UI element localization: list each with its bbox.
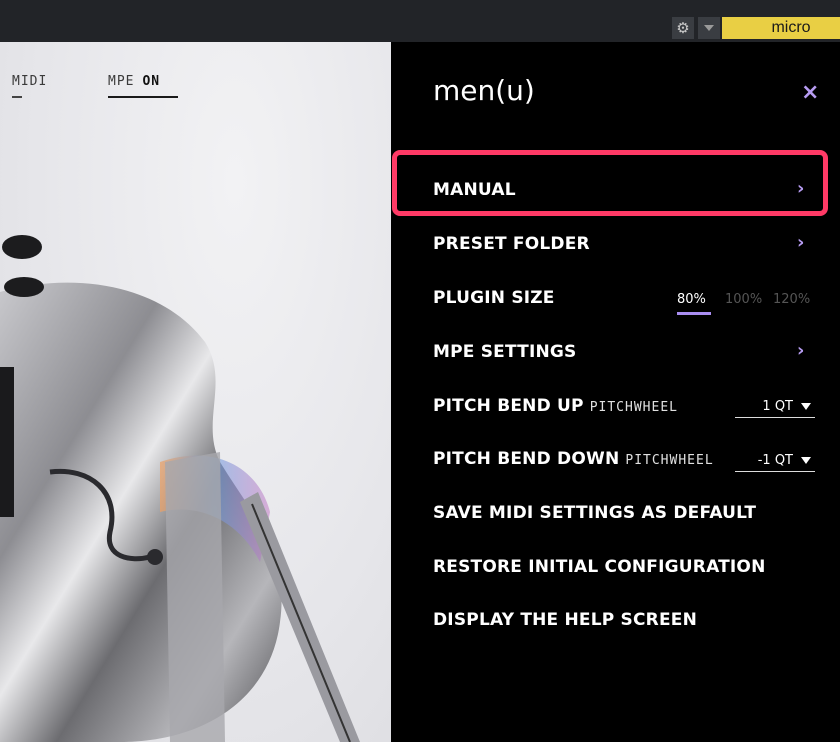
pitch-bend-up-label: PITCH BEND UP bbox=[433, 396, 584, 416]
close-icon[interactable]: × bbox=[801, 80, 819, 105]
tab-mpe-label: MPE bbox=[108, 74, 135, 89]
menu-item-restore-configuration[interactable]: RESTORE INITIAL CONFIGURATION bbox=[433, 557, 766, 577]
menu-item-help-screen[interactable]: DISPLAY THE HELP SCREEN bbox=[433, 610, 697, 630]
pitch-bend-down-value: -1 QT bbox=[757, 453, 793, 468]
tab-mpe-underline bbox=[108, 96, 178, 98]
size-option-120[interactable]: 120% bbox=[773, 292, 821, 307]
preset-name[interactable]: micro bbox=[722, 17, 840, 39]
pitch-bend-down-select[interactable]: -1 QT bbox=[735, 450, 815, 472]
menu-item-pitch-bend-up: PITCH BEND UP PITCHWHEEL bbox=[433, 396, 678, 416]
menu-item-pitch-bend-down: PITCH BEND DOWN PITCHWHEEL bbox=[433, 449, 714, 469]
size-option-80[interactable]: 80% bbox=[677, 292, 725, 307]
menu-item-mpe-settings[interactable]: MPE SETTINGS bbox=[433, 342, 577, 362]
tab-midi-label: MIDI bbox=[12, 74, 48, 89]
chevron-right-icon[interactable]: › bbox=[797, 340, 804, 361]
menu-item-manual[interactable]: MANUAL bbox=[433, 180, 516, 200]
tab-midi[interactable]: MIDI bbox=[12, 74, 48, 98]
chevron-down-icon[interactable] bbox=[698, 17, 720, 39]
chevron-right-icon[interactable]: › bbox=[797, 232, 804, 253]
menu-item-preset-folder[interactable]: PRESET FOLDER bbox=[433, 234, 590, 254]
instrument-artwork: MIDI MPE ON bbox=[0, 42, 391, 742]
host-toolbar: ⚙ micro bbox=[0, 0, 840, 42]
pitch-bend-down-label: PITCH BEND DOWN bbox=[433, 449, 620, 469]
plugin-size-options: 80% 100% 120% bbox=[677, 292, 821, 307]
mpe-state: ON bbox=[142, 74, 161, 89]
gear-icon[interactable]: ⚙ bbox=[672, 17, 694, 39]
size-option-100[interactable]: 100% bbox=[725, 292, 773, 307]
pitch-bend-up-sub: PITCHWHEEL bbox=[589, 400, 678, 415]
menu-panel: men(u) × MANUAL › PRESET FOLDER › PLUGIN… bbox=[391, 42, 840, 742]
menu-item-plugin-size: PLUGIN SIZE bbox=[433, 288, 555, 308]
dropdown-triangle-icon bbox=[801, 403, 811, 410]
chevron-right-icon[interactable]: › bbox=[797, 178, 804, 199]
tab-mpe[interactable]: MPE ON bbox=[108, 74, 178, 98]
menu-item-save-midi-settings[interactable]: SAVE MIDI SETTINGS AS DEFAULT bbox=[433, 503, 756, 523]
menu-title: men(u) bbox=[433, 74, 535, 107]
pitch-bend-up-select[interactable]: 1 QT bbox=[735, 396, 815, 418]
pitch-bend-down-sub: PITCHWHEEL bbox=[625, 453, 714, 468]
cello-illustration bbox=[0, 235, 360, 742]
dropdown-triangle-icon bbox=[801, 457, 811, 464]
pitch-bend-up-value: 1 QT bbox=[762, 399, 793, 414]
tab-midi-underline bbox=[12, 96, 22, 98]
size-selected-underline bbox=[677, 312, 711, 315]
